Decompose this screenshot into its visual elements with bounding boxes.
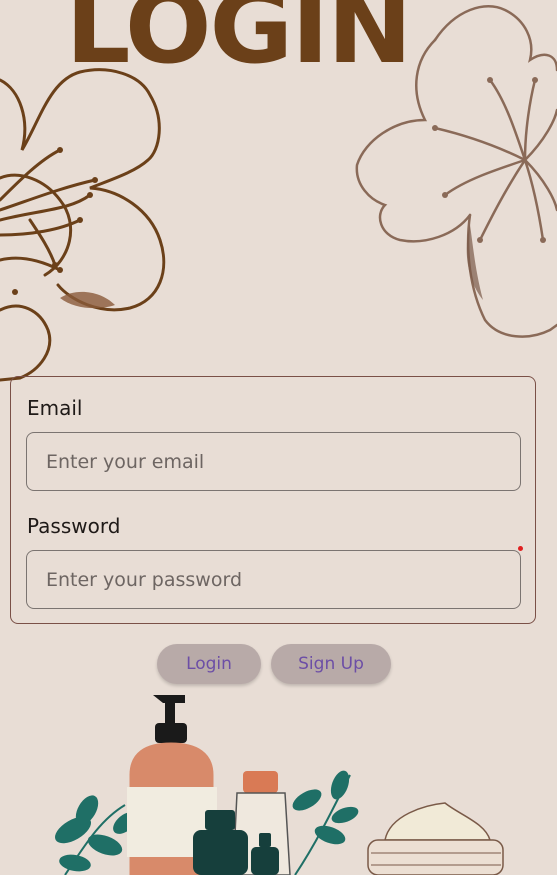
email-label: Email	[27, 396, 83, 420]
email-field[interactable]	[26, 432, 521, 491]
password-field[interactable]	[26, 550, 521, 609]
login-form: Email Password	[10, 376, 536, 624]
flower-left-illustration	[0, 68, 166, 382]
cosmetics-illustration	[54, 695, 504, 875]
debug-dot	[518, 546, 523, 551]
password-label: Password	[27, 514, 121, 538]
flower-right-illustration	[355, 5, 557, 338]
